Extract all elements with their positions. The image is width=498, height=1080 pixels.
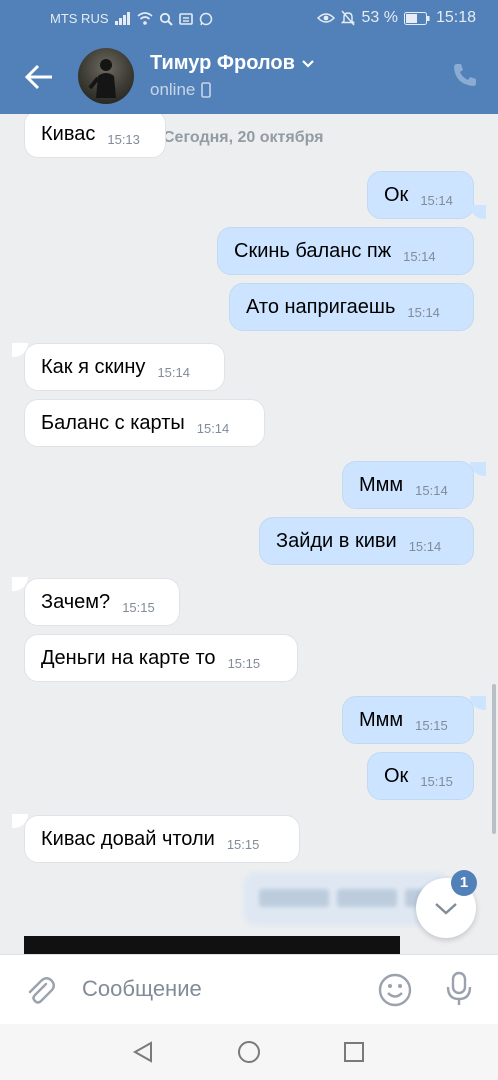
carrier-label: MTS RUS bbox=[50, 11, 109, 26]
battery-icon bbox=[403, 11, 430, 25]
scrollbar[interactable] bbox=[492, 684, 496, 834]
chat-header: Тимур Фролов online bbox=[0, 38, 498, 114]
microphone-icon[interactable] bbox=[444, 971, 474, 1007]
message-incoming[interactable]: Баланс с карты 15:14 bbox=[24, 399, 265, 447]
message-outgoing[interactable]: Ато напригаешь 15:14 bbox=[229, 283, 474, 331]
message-outgoing[interactable]: Ок 15:15 bbox=[367, 752, 474, 800]
notification-icon bbox=[178, 12, 193, 25]
message-incoming[interactable]: Кивас довай чтоли 15:15 bbox=[24, 815, 300, 863]
person-silhouette-icon bbox=[88, 59, 116, 98]
recents-square-icon[interactable] bbox=[342, 1040, 366, 1064]
back-triangle-icon[interactable] bbox=[131, 1040, 155, 1064]
message-outgoing[interactable]: Ок 15:14 bbox=[367, 171, 474, 219]
contact-name: Тимур Фролов bbox=[150, 52, 295, 74]
message-outgoing[interactable]: Ммм 15:14 bbox=[342, 461, 474, 509]
contact-name-row[interactable]: Тимур Фролов bbox=[150, 52, 315, 75]
message-incoming[interactable]: Как я скину 15:14 bbox=[24, 343, 225, 391]
clock: 15:18 bbox=[435, 9, 476, 26]
wifi-icon bbox=[136, 12, 153, 25]
system-navigation-bar bbox=[0, 1024, 498, 1080]
unread-badge: 1 bbox=[451, 870, 477, 896]
message-list[interactable]: Сегодня, 20 октября Кивас 15:13 Ок 15:14 С… bbox=[0, 114, 498, 954]
phone-icon[interactable] bbox=[452, 62, 478, 88]
smiley-icon[interactable] bbox=[378, 973, 412, 1007]
screenshot-attachment-preview[interactable] bbox=[24, 936, 400, 954]
eye-icon bbox=[317, 13, 336, 23]
muted-bell-icon bbox=[341, 10, 356, 26]
date-separator: Сегодня, 20 октября bbox=[163, 129, 324, 146]
paperclip-icon[interactable] bbox=[24, 975, 56, 1007]
message-incoming[interactable]: Кивас 15:13 bbox=[24, 114, 166, 158]
home-circle-icon[interactable] bbox=[237, 1040, 261, 1064]
message-incoming[interactable]: Деньги на карте то 15:15 bbox=[24, 634, 298, 682]
arrow-left-icon[interactable] bbox=[22, 60, 56, 94]
mobile-phone-icon bbox=[201, 82, 212, 98]
avatar[interactable] bbox=[78, 48, 134, 104]
contact-status: online bbox=[150, 80, 196, 99]
message-input[interactable] bbox=[80, 975, 364, 1003]
message-incoming[interactable]: Зачем? 15:15 bbox=[24, 578, 180, 626]
message-outgoing[interactable]: Скинь баланс пж 15:14 bbox=[217, 227, 474, 275]
message-composer bbox=[0, 954, 498, 1025]
message-outgoing[interactable]: Зайди в киви 15:14 bbox=[259, 517, 474, 565]
message-outgoing[interactable]: Ммм 15:15 bbox=[342, 696, 474, 744]
whatsapp-icon bbox=[199, 12, 212, 25]
contact-status-row: online bbox=[150, 80, 212, 100]
signal-icon bbox=[114, 12, 130, 25]
search-icon bbox=[159, 12, 173, 26]
status-bar: MTS RUS 53 % 15:18 bbox=[0, 0, 498, 38]
chevron-down-icon bbox=[302, 59, 314, 68]
battery-percent: 53 % bbox=[361, 9, 398, 26]
